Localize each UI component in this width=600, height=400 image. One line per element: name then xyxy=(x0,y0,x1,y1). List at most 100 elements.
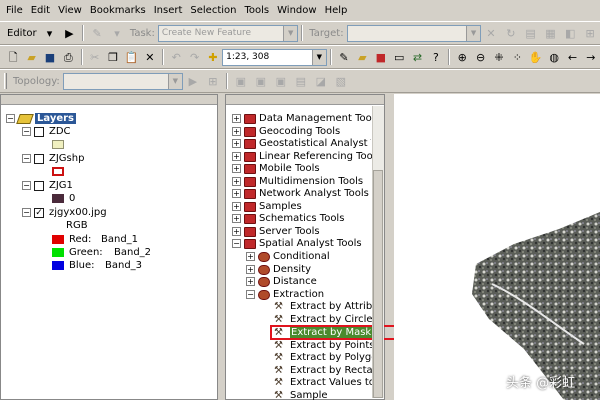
cut-icon[interactable]: ✂ xyxy=(88,49,102,65)
toolbox-scroll-thumb[interactable] xyxy=(373,170,383,398)
rotate-tool-icon[interactable]: ↻ xyxy=(503,25,519,41)
toolset-row[interactable]: + Schematics Tools xyxy=(232,212,344,225)
toolset-row[interactable]: − Spatial Analyst Tools xyxy=(232,237,362,250)
save-icon[interactable]: ■ xyxy=(43,49,57,65)
add-data-icon[interactable]: ✚ xyxy=(206,49,220,65)
error-inspector-icon[interactable]: ▤ xyxy=(293,73,309,89)
sketch-tool-icon[interactable]: ✎ xyxy=(89,25,105,41)
expand-icon[interactable]: + xyxy=(232,164,241,173)
menu-window[interactable]: Window xyxy=(277,5,316,16)
copy-icon[interactable]: ❐ xyxy=(106,49,120,65)
layer-name-zjgyx00[interactable]: zjgyx00.jpg xyxy=(49,207,107,218)
fixed-zoom-in-icon[interactable]: ⁜ xyxy=(492,49,506,65)
more-icon[interactable]: ⊞ xyxy=(582,25,598,41)
chevron-down-icon[interactable]: ▼ xyxy=(167,73,182,89)
toolset-label[interactable]: Geostatistical Analyst Tools xyxy=(259,138,371,149)
model-builder-icon[interactable]: ⇄ xyxy=(410,49,424,65)
expand-icon[interactable]: + xyxy=(232,227,241,236)
menu-help[interactable]: Help xyxy=(325,5,348,16)
editor-menu-button[interactable]: Editor xyxy=(7,28,37,39)
open-folder-icon[interactable]: ▰ xyxy=(24,49,38,65)
new-document-icon[interactable]: 🗋 xyxy=(6,49,20,65)
menu-view[interactable]: View xyxy=(58,5,82,16)
menu-insert[interactable]: Insert xyxy=(154,5,183,16)
target-dropdown[interactable]: ▼ xyxy=(346,24,482,42)
menu-bookmarks[interactable]: Bookmarks xyxy=(90,5,146,16)
collapse-icon[interactable]: − xyxy=(232,239,241,248)
tool-label[interactable]: Extract Values to Points xyxy=(290,377,372,388)
map-display[interactable] xyxy=(394,94,600,400)
previous-extent-icon[interactable]: ← xyxy=(565,49,579,65)
chevron-down-icon[interactable]: ▼ xyxy=(466,25,481,41)
validate-all-icon[interactable]: ▣ xyxy=(273,73,289,89)
editor-toolbar-icon[interactable]: ✎ xyxy=(337,49,351,65)
expand-icon[interactable]: + xyxy=(232,152,241,161)
arctoolbox-icon[interactable]: ■ xyxy=(374,49,388,65)
tool-row[interactable]: ⚒ Sample xyxy=(274,389,328,400)
toolset-label[interactable]: Linear Referencing Tools xyxy=(259,151,381,162)
toolset-row[interactable]: + Network Analyst Tools xyxy=(232,187,369,200)
toolset-row[interactable]: + Data Management Tools xyxy=(232,112,380,125)
panel-splitter[interactable] xyxy=(218,94,225,400)
collapse-icon[interactable]: − xyxy=(22,208,31,217)
menu-tools[interactable]: Tools xyxy=(245,5,270,16)
toolset-label[interactable]: Network Analyst Tools xyxy=(259,188,369,199)
tool-row[interactable]: ⚒ Extract by Polygon xyxy=(274,351,384,364)
expand-icon[interactable]: + xyxy=(232,202,241,211)
validate-icon[interactable]: ▣ xyxy=(233,73,249,89)
full-extent-icon[interactable]: ◍ xyxy=(547,49,561,65)
topology-edit-icon[interactable]: ▶ xyxy=(185,73,201,89)
attributes-icon[interactable]: ▤ xyxy=(523,25,539,41)
layer-checkbox-zdc[interactable] xyxy=(34,126,44,137)
zoom-out-icon[interactable]: ⊖ xyxy=(473,49,487,65)
toolset-label[interactable]: Samples xyxy=(259,201,302,212)
chevron-down-icon[interactable]: ▾ xyxy=(109,25,125,41)
toolset-label[interactable]: Spatial Analyst Tools xyxy=(259,238,362,249)
collapse-icon[interactable]: − xyxy=(22,181,31,190)
expand-icon[interactable]: + xyxy=(232,177,241,186)
tool-label[interactable]: Extract by Rectangle xyxy=(290,365,372,376)
fixed-zoom-out-icon[interactable]: ⁘ xyxy=(510,49,524,65)
collapse-icon[interactable]: − xyxy=(6,114,15,123)
layer-checkbox-zjgyx00[interactable]: ✓ xyxy=(34,207,44,218)
paste-icon[interactable]: 📋 xyxy=(124,49,139,65)
collapse-icon[interactable]: − xyxy=(22,127,31,136)
toolset-label[interactable]: Schematics Tools xyxy=(259,213,344,224)
toc-root-label[interactable]: Layers xyxy=(35,113,76,124)
chevron-down-icon[interactable]: ▼ xyxy=(283,25,298,41)
validate-extent-icon[interactable]: ▣ xyxy=(253,73,269,89)
layer-row-zjg1[interactable]: − ZJG1 xyxy=(22,179,73,192)
layer-name-zdc[interactable]: ZDC xyxy=(49,126,71,137)
expand-icon[interactable]: + xyxy=(246,252,255,261)
redo-icon[interactable]: ↷ xyxy=(187,49,201,65)
toolset-row[interactable]: + Conditional xyxy=(246,250,330,263)
collapse-icon[interactable]: − xyxy=(246,290,255,299)
sketch-properties-icon[interactable]: ▦ xyxy=(543,25,559,41)
menu-selection[interactable]: Selection xyxy=(190,5,236,16)
expand-icon[interactable]: + xyxy=(232,189,241,198)
map-topology-icon[interactable]: ⊞ xyxy=(205,73,221,89)
layer-checkbox-zjg1[interactable] xyxy=(34,180,44,191)
expand-icon[interactable]: + xyxy=(232,114,241,123)
tool-label[interactable]: Extract by Polygon xyxy=(290,352,384,363)
layer-checkbox-zjgshp[interactable] xyxy=(34,153,44,164)
collapse-icon[interactable]: − xyxy=(22,154,31,163)
expand-icon[interactable]: + xyxy=(246,277,255,286)
toolset-row[interactable]: + Mobile Tools xyxy=(232,162,320,175)
delete-icon[interactable]: ✕ xyxy=(143,49,157,65)
task-dropdown[interactable]: Create New Feature ▼ xyxy=(157,24,299,42)
edit-tool-icon[interactable]: ▶ xyxy=(61,25,77,41)
map-scale-dropdown[interactable]: 1:23, 308 ▼ xyxy=(222,48,327,66)
tool-label[interactable]: Extract by Attributes xyxy=(290,301,372,312)
tool-label[interactable]: Extract by Circle xyxy=(290,314,373,325)
print-icon[interactable]: ⎙ xyxy=(61,49,75,65)
tool-label[interactable]: Sample xyxy=(290,390,328,400)
toolset-label[interactable]: Server Tools xyxy=(259,226,320,237)
expand-icon[interactable]: + xyxy=(246,265,255,274)
toolbar-grip[interactable] xyxy=(4,73,7,89)
pan-hand-icon[interactable]: ✋ xyxy=(529,49,543,65)
expand-icon[interactable]: + xyxy=(232,127,241,136)
split-tool-icon[interactable]: ✕ xyxy=(483,25,499,41)
next-extent-icon[interactable]: → xyxy=(584,49,598,65)
help-icon[interactable]: ? xyxy=(429,49,443,65)
